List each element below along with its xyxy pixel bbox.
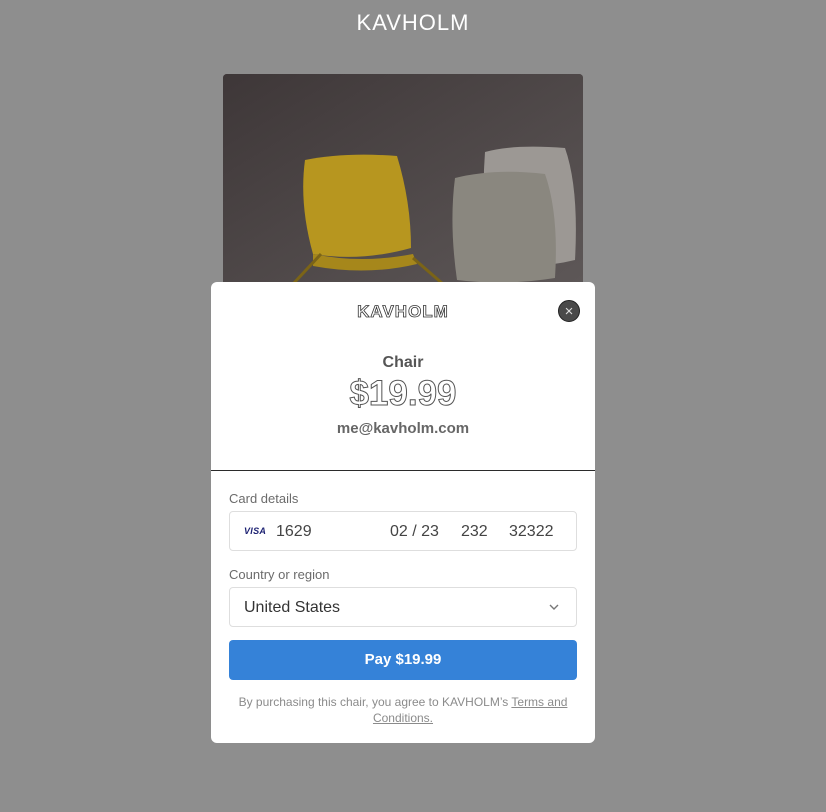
product-name: Chair — [382, 354, 424, 371]
card-details-field[interactable]: VISA 1629 02 / 23 232 32322 — [229, 511, 577, 551]
checkout-header: KAVHOLM × Chair $19.99 me@kavholm.com — [211, 282, 595, 471]
card-details-label: Card details — [229, 491, 299, 506]
chevron-down-icon — [549, 604, 559, 610]
pay-button[interactable]: Pay $19.99 — [229, 640, 577, 680]
close-button[interactable]: × — [558, 300, 580, 322]
card-zip-input[interactable]: 32322 — [509, 523, 554, 541]
card-number-input[interactable]: 1629 — [276, 523, 312, 541]
payment-form: Card details VISA 1629 02 / 23 232 32322… — [229, 471, 577, 726]
card-cvc-input[interactable]: 232 — [461, 523, 488, 541]
checkout-modal: KAVHOLM × Chair $19.99 me@kavholm.com Ca… — [211, 282, 595, 743]
product-price: $19.99 — [349, 374, 457, 414]
close-icon: × — [564, 303, 574, 320]
country-value: United States — [244, 599, 341, 616]
terms-text: By purchasing this chair, you agree to K… — [229, 694, 577, 726]
terms-prefix: By purchasing this chair, you agree to K… — [238, 695, 512, 709]
country-label: Country or region — [229, 567, 330, 582]
visa-icon: VISA — [244, 526, 267, 536]
country-select[interactable]: United States — [229, 587, 577, 627]
card-expiry-input[interactable]: 02 / 23 — [390, 523, 439, 541]
store-logo: KAVHOLM — [356, 10, 470, 35]
customer-email: me@kavholm.com — [336, 420, 470, 437]
checkout-logo: KAVHOLM — [357, 302, 449, 322]
product-image — [223, 74, 583, 294]
